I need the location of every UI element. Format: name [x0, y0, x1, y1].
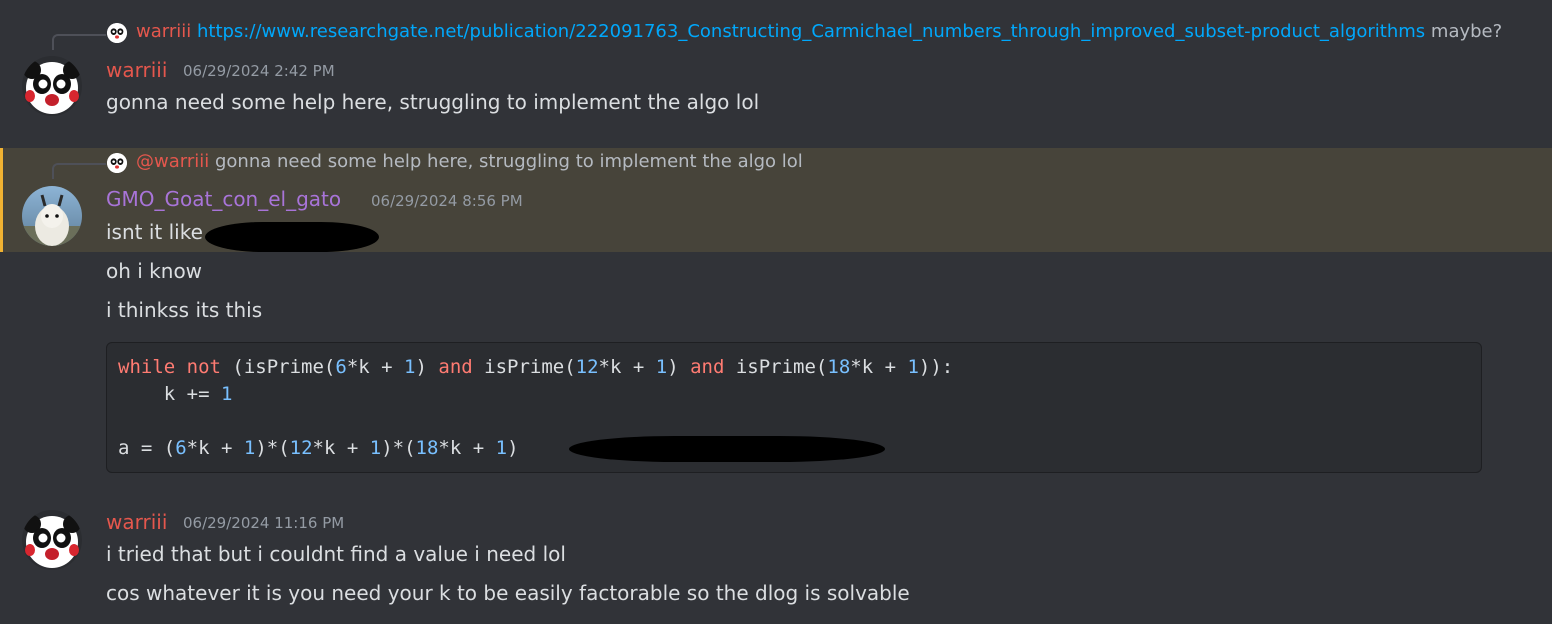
code-token: ): [507, 437, 519, 459]
avatar-goat-icon[interactable]: [22, 186, 82, 246]
code-number: 18: [827, 356, 851, 378]
reply-link[interactable]: https://www.researchgate.net/publication…: [197, 21, 1425, 42]
reply-mention[interactable]: @warriii: [136, 151, 209, 172]
code-token: *k +: [346, 356, 405, 378]
message-text: i tried that but i couldnt find a value …: [106, 542, 566, 566]
code-number: 6: [335, 356, 347, 378]
code-keyword: not: [186, 356, 221, 378]
code-block[interactable]: while not (isPrime(6*k + 1) and isPrime(…: [106, 342, 1482, 473]
code-number: 1: [404, 356, 416, 378]
message-author[interactable]: warriii: [106, 510, 167, 534]
code-number: 12: [289, 437, 313, 459]
code-token: *k +: [438, 437, 496, 459]
message-author[interactable]: GMO_Goat_con_el_gato: [106, 187, 341, 211]
redaction-mark: [569, 436, 885, 462]
code-number: 1: [243, 437, 256, 459]
reply-text: gonna need some help here, struggling to…: [214, 151, 803, 172]
code-token: (isPrime(: [220, 356, 336, 378]
code-token: *k +: [850, 356, 908, 378]
code-token: )):: [918, 356, 954, 378]
code-number: 1: [655, 356, 668, 378]
reply-avatar-panda-icon[interactable]: [107, 23, 127, 43]
message-text: isnt it like: [106, 220, 203, 244]
reply-connector: [52, 34, 106, 50]
code-number: 6: [175, 437, 187, 459]
code-keyword: and: [690, 356, 725, 378]
message-author[interactable]: warriii: [106, 58, 167, 82]
reply-avatar-panda-icon[interactable]: [107, 153, 127, 173]
code-number: 1: [220, 383, 233, 405]
code-keyword: and: [438, 356, 473, 378]
message-text: oh i know: [106, 259, 203, 283]
message-timestamp: 06/29/2024 8:56 PM: [371, 192, 523, 210]
message-timestamp: 06/29/2024 2:42 PM: [183, 62, 335, 80]
code-token: *k +: [312, 437, 370, 459]
code-line: a = (6*k + 1)*(12*k + 1)*(18*k + 1): [118, 437, 519, 459]
code-token: )*(: [381, 437, 416, 459]
code-number: 1: [907, 356, 919, 378]
code-number: 1: [495, 437, 508, 459]
code-token: *k +: [186, 437, 244, 459]
code-token: a = (: [118, 437, 176, 459]
code-token: isPrime(: [724, 356, 828, 378]
avatar-panda-icon[interactable]: [22, 56, 82, 116]
code-token: )*(: [255, 437, 290, 459]
code-number: 12: [575, 356, 599, 378]
code-keyword: while: [118, 356, 176, 378]
code-number: 18: [415, 437, 439, 459]
redaction-mark: [205, 222, 379, 252]
reply-author[interactable]: warriii: [136, 21, 191, 42]
code-token: ): [415, 356, 439, 378]
code-number: 1: [369, 437, 382, 459]
reply-preview[interactable]: @warriii gonna need some help here, stru…: [136, 151, 803, 172]
code-token: ): [667, 356, 691, 378]
message-timestamp: 06/29/2024 11:16 PM: [183, 514, 345, 532]
message-text: i thinkss its this: [106, 298, 263, 322]
reply-preview[interactable]: warriii https://www.researchgate.net/pub…: [136, 21, 1502, 42]
reply-suffix: maybe?: [1430, 21, 1503, 42]
code-token: isPrime(: [472, 356, 576, 378]
code-token: k +=: [118, 383, 221, 405]
reply-connector: [52, 163, 106, 179]
code-line: while not (isPrime(6*k + 1) and isPrime(…: [118, 356, 953, 378]
code-line: k += 1: [118, 383, 233, 405]
message-text: gonna need some help here, struggling to…: [106, 90, 760, 114]
avatar-panda-icon[interactable]: [22, 510, 82, 570]
code-token: *k +: [598, 356, 656, 378]
message-text: cos whatever it is you need your k to be…: [106, 581, 910, 605]
